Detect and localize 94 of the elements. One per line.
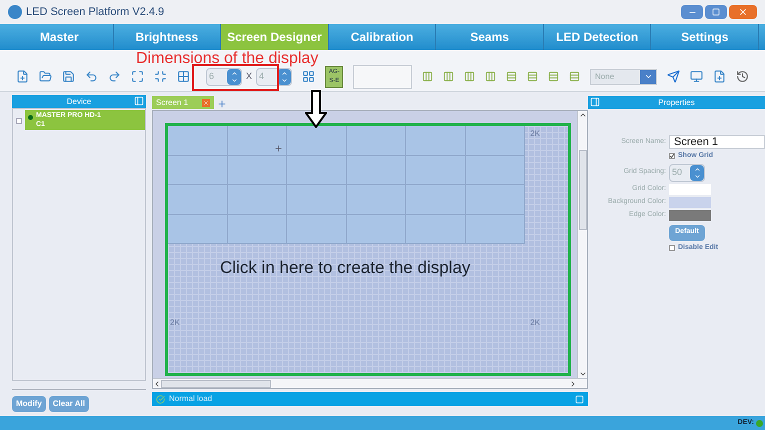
grid-cell	[346, 126, 406, 156]
spinner-arrows-icon[interactable]	[227, 68, 241, 84]
scroll-right-icon[interactable]	[569, 380, 577, 388]
status-message: Normal load	[169, 393, 212, 405]
align-rows-icon[interactable]	[548, 71, 560, 82]
new-file-icon[interactable]	[16, 70, 29, 83]
down-arrow-icon	[305, 90, 327, 128]
grid-cell	[346, 156, 406, 185]
width-spinner[interactable]: 6	[206, 68, 242, 86]
close-tab-icon[interactable]	[202, 98, 210, 106]
grid-cell	[168, 185, 228, 214]
panel-title: Properties	[658, 96, 695, 108]
align-columns-icon[interactable]	[422, 71, 434, 82]
grid-cell	[346, 185, 406, 214]
undo-icon[interactable]	[85, 70, 98, 83]
screen-tab[interactable]: Screen 1	[152, 96, 214, 109]
color-swatch[interactable]	[669, 210, 711, 220]
align-rows-icon[interactable]	[527, 71, 538, 82]
align-rows-icon[interactable]	[506, 71, 518, 82]
corner-label: 2K	[530, 317, 540, 329]
monitor-icon[interactable]	[690, 70, 703, 83]
corner-label: 2K	[170, 317, 180, 329]
scroll-up-icon[interactable]	[578, 111, 586, 119]
panel-button[interactable]: Modify	[12, 396, 46, 412]
export-icon[interactable]	[713, 70, 726, 83]
grid-cell	[466, 214, 525, 244]
grid-cell	[346, 214, 406, 244]
panel-button[interactable]: Clear All	[48, 396, 89, 412]
annotation-text: Click in here to create the display	[220, 257, 470, 279]
mode-select[interactable]: None	[590, 68, 657, 84]
grid-icon[interactable]	[177, 70, 190, 83]
grid-cell	[168, 214, 228, 244]
panel-title: Device	[66, 96, 92, 108]
maximize-button[interactable]	[705, 5, 727, 19]
grid-cell	[228, 156, 287, 185]
grid-cell	[287, 156, 346, 185]
height-spinner[interactable]: 4	[256, 68, 292, 86]
corner-label: 2K	[530, 128, 540, 140]
align-rows-icon[interactable]	[569, 71, 580, 82]
send-icon[interactable]	[667, 70, 680, 83]
align-columns-icon[interactable]	[464, 71, 476, 82]
horizontal-scrollbar[interactable]	[153, 378, 587, 388]
history-icon[interactable]	[736, 70, 749, 83]
maximize-icon	[712, 8, 720, 16]
spinner-arrows-icon[interactable]	[690, 164, 704, 180]
grid-cell	[466, 126, 525, 156]
redo-icon[interactable]	[108, 70, 121, 83]
crosshair-icon	[274, 144, 283, 153]
preview-box	[353, 64, 412, 88]
add-tab-icon[interactable]	[217, 99, 228, 109]
minimize-button[interactable]	[681, 5, 703, 19]
scroll-down-icon[interactable]	[578, 370, 586, 378]
close-button[interactable]	[729, 5, 757, 19]
grid-cell	[228, 214, 287, 244]
color-swatch[interactable]	[669, 184, 711, 194]
grid-cell	[168, 156, 228, 185]
expand-icon[interactable]	[131, 70, 144, 83]
color-swatch[interactable]	[669, 196, 711, 208]
align-columns-icon[interactable]	[443, 71, 454, 82]
grid-cell	[406, 214, 466, 244]
layout-icon[interactable]	[302, 70, 316, 83]
window-title: LED Screen Platform V2.4.9	[26, 4, 164, 20]
expand-icon[interactable]	[575, 394, 584, 404]
grid-cell	[287, 214, 346, 244]
grid-cell	[466, 185, 525, 214]
grid-cell	[406, 156, 466, 185]
scroll-thumb[interactable]	[578, 150, 586, 230]
grid-cell	[466, 156, 525, 185]
grid-cell	[406, 126, 466, 156]
nav-tab[interactable]: Screen Designer	[221, 24, 329, 50]
close-icon	[738, 7, 748, 17]
dimension-separator: X	[246, 70, 252, 83]
grid-cell	[287, 185, 346, 214]
grid-cell	[287, 126, 346, 156]
screen-name-field[interactable]: Screen 1	[669, 135, 765, 149]
check-circle-icon	[156, 394, 165, 404]
grid-cell	[228, 185, 287, 214]
check-icon	[669, 153, 675, 160]
align-columns-icon[interactable]	[485, 71, 496, 82]
collapse-icon[interactable]	[134, 96, 144, 106]
scroll-left-icon[interactable]	[153, 380, 161, 388]
save-icon[interactable]	[62, 70, 75, 83]
collapse-icon[interactable]	[590, 97, 600, 107]
grid-cell	[168, 126, 228, 156]
grid-cell	[228, 126, 287, 156]
grid-spacing-spinner[interactable]: 50	[669, 164, 705, 182]
grid-cell	[406, 185, 466, 214]
folder-icon[interactable]	[39, 70, 52, 83]
dev-status-icon	[756, 420, 763, 426]
scroll-thumb[interactable]	[161, 380, 271, 388]
annotation-text: Dimensions of the display	[136, 50, 318, 68]
vertical-scrollbar[interactable]	[577, 111, 587, 378]
shrink-icon[interactable]	[154, 70, 167, 83]
device-checkbox[interactable]	[16, 118, 22, 124]
